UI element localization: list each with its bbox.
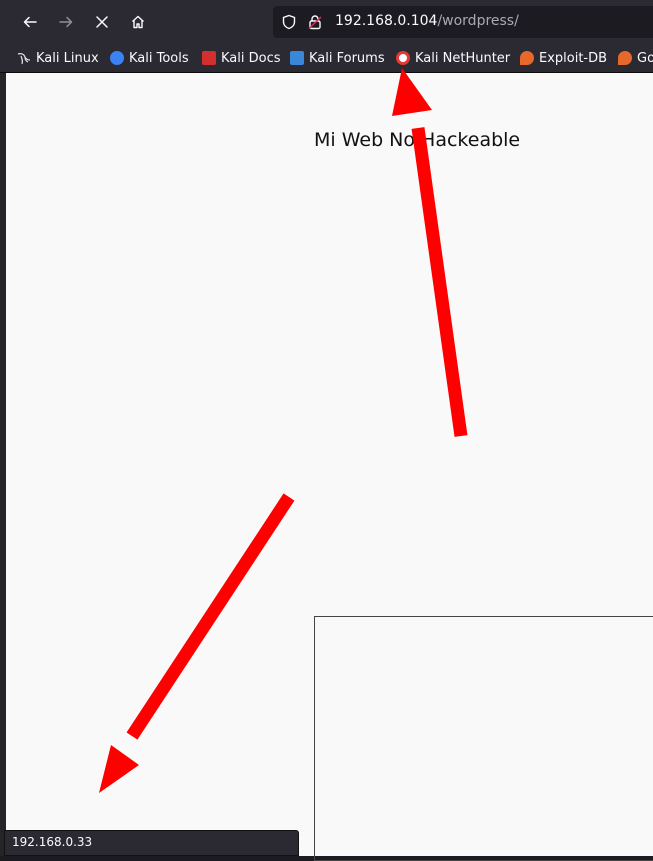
bookmark-label: Kali Linux (36, 50, 99, 66)
bookmark-kali-tools[interactable]: Kali Tools (110, 49, 189, 67)
bookmark-kali-forums[interactable]: Kali Forums (290, 49, 385, 67)
bookmark-kali-docs[interactable]: Kali Docs (202, 49, 281, 67)
nethunter-icon (396, 51, 410, 65)
tracking-shield-icon[interactable] (281, 14, 297, 30)
bookmark-kali-linux[interactable]: Kali Linux (17, 49, 99, 67)
bookmark-label: Kali Docs (221, 50, 281, 66)
bookmark-kali-nethunter[interactable]: Kali NetHunter (396, 49, 510, 67)
site-title[interactable]: Mi Web No Hackeable (314, 129, 520, 151)
arrow-right-icon (59, 16, 73, 28)
exploit-db-icon (520, 51, 534, 65)
back-button[interactable] (16, 8, 44, 36)
bookmark-ghdb[interactable]: Go (618, 49, 653, 67)
ghdb-icon (618, 51, 632, 65)
kali-docs-icon (202, 51, 216, 65)
browser-toolbar: 192.168.0.104/wordpress/ (0, 0, 653, 44)
kali-tools-icon (110, 51, 124, 65)
stop-button[interactable] (88, 8, 116, 36)
content-box (314, 616, 653, 861)
url-bar[interactable]: 192.168.0.104/wordpress/ (273, 6, 653, 38)
close-icon (96, 16, 108, 28)
home-icon (132, 15, 144, 29)
bookmark-label: Kali NetHunter (415, 50, 511, 66)
url-host: 192.168.0.104 (335, 13, 438, 29)
url-text[interactable]: 192.168.0.104/wordpress/ (335, 13, 519, 29)
home-button[interactable] (124, 8, 152, 36)
bookmark-label: Kali Tools (129, 50, 189, 66)
page-content: Mi Web No Hackeable (6, 73, 653, 861)
kali-forums-icon (290, 51, 304, 65)
kali-dragon-icon (17, 53, 31, 65)
forward-button[interactable] (52, 8, 80, 36)
bookmark-exploit-db[interactable]: Exploit-DB (520, 49, 607, 67)
bookmark-label: Kali Forums (309, 50, 385, 66)
url-path: /wordpress/ (437, 13, 519, 29)
status-link-url: 192.168.0.33 (4, 830, 299, 856)
bookmark-label: Go (637, 50, 653, 66)
insecure-lock-icon[interactable] (307, 14, 323, 30)
bookmark-label: Exploit-DB (539, 50, 608, 66)
bookmarks-toolbar: Kali Linux Kali Tools Kali Docs Kali For… (0, 44, 653, 73)
arrow-left-icon (23, 16, 37, 28)
